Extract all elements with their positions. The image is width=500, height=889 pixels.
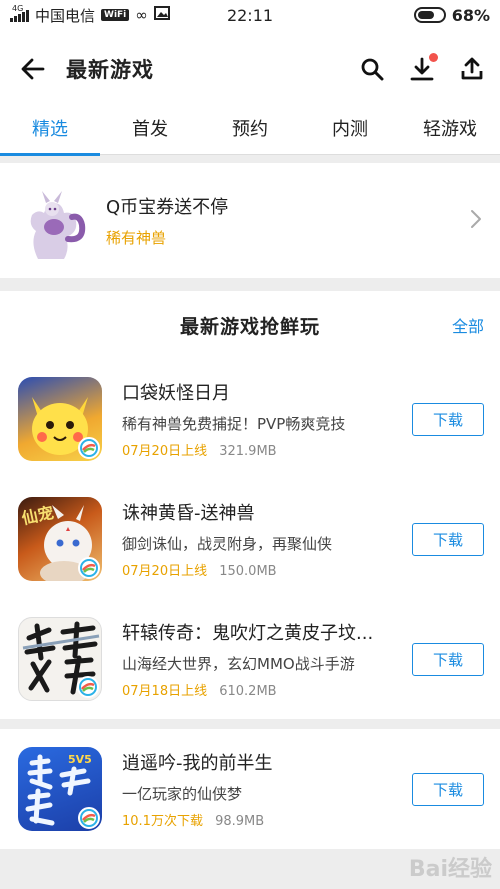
notification-dot [429, 53, 438, 62]
game-list-item[interactable]: 口袋妖怪日月 稀有神兽免费捕捉！PVP畅爽竞技 07月20日上线 321.9MB… [0, 359, 500, 479]
game-meta: 07月18日上线 610.2MB [122, 680, 388, 699]
game-name: 逍遥吟-我的前半生 [122, 753, 273, 774]
featured-game-section: 5V5 逍遥吟-我的前半生 一亿玩家的仙侠梦 10.1万次下载 98.9MB 下… [0, 729, 500, 849]
status-bar: 4G 中国电信 WiFi ∞ 22:11 68% [0, 0, 500, 30]
game-info: 逍遥吟-我的前半生 一亿玩家的仙侠梦 10.1万次下载 98.9MB [122, 749, 388, 829]
qq-game-badge-icon [77, 676, 99, 698]
game-info: 诛神黄昏-送神兽 御剑诛仙，战灵附身，再聚仙侠 07月20日上线 150.0MB [122, 499, 388, 579]
svg-text:5V5: 5V5 [68, 753, 92, 766]
game-list-item[interactable]: 5V5 逍遥吟-我的前半生 一亿玩家的仙侠梦 10.1万次下载 98.9MB 下… [0, 729, 500, 849]
tab-featured[interactable]: 精选 [0, 108, 100, 156]
page-title: 最新游戏 [66, 58, 154, 82]
tab-light-games[interactable]: 轻游戏 [400, 108, 500, 154]
game-meta: 07月20日上线 321.9MB [122, 440, 388, 459]
game-name: 轩辕传奇：鬼吹灯之黄皮子坟... [122, 623, 374, 644]
game-description: 御剑诛仙，战灵附身，再聚仙侠 [122, 535, 333, 553]
qq-game-badge-icon [78, 437, 100, 459]
game-description: 一亿玩家的仙侠梦 [122, 785, 243, 803]
promo-text: Q币宝券送不停 稀有神兽 [106, 193, 228, 248]
game-size: 321.9MB [219, 444, 277, 459]
pokemon-game-icon [18, 377, 102, 461]
promo-title: Q币宝券送不停 [106, 197, 229, 218]
promo-banner[interactable]: Q币宝券送不停 稀有神兽 [0, 163, 500, 278]
category-tabs: 精选 首发 预约 内测 轻游戏 [0, 108, 500, 156]
tab-first-release[interactable]: 首发 [100, 108, 200, 154]
download-button[interactable]: 下载 [412, 522, 484, 556]
search-icon[interactable] [358, 55, 386, 83]
download-manager-icon[interactable] [408, 53, 438, 83]
download-button[interactable]: 下载 [412, 642, 484, 676]
game-release-date: 07月20日上线 [122, 444, 208, 459]
app-header: 最新游戏 [0, 30, 500, 108]
game-release-date: 07月20日上线 [122, 564, 208, 579]
tab-beta[interactable]: 内测 [300, 108, 400, 154]
promo-subtitle: 稀有神兽 [106, 229, 167, 247]
game-name: 口袋妖怪日月 [122, 383, 230, 404]
svg-text:仙宠: 仙宠 [20, 503, 55, 528]
chevron-right-icon [470, 209, 482, 233]
header-actions [358, 53, 486, 83]
game-info: 口袋妖怪日月 稀有神兽免费捕捉！PVP畅爽竞技 07月20日上线 321.9MB [122, 379, 388, 459]
game-size: 610.2MB [219, 684, 277, 699]
qq-game-badge-icon [78, 557, 100, 579]
tab-reservation[interactable]: 预约 [200, 108, 300, 154]
download-button[interactable]: 下载 [412, 402, 484, 436]
game-list-item[interactable]: 轩辕传奇：鬼吹灯之黄皮子坟... 山海经大世界，玄幻MMO战斗手游 07月18日… [0, 599, 500, 719]
back-arrow-icon[interactable] [18, 54, 48, 84]
zhushen-game-icon: 仙宠 [18, 497, 102, 581]
xuanyuan-game-icon [18, 617, 102, 701]
game-list-item[interactable]: 仙宠 诛神黄昏-送神兽 御剑诛仙，战灵附身，再聚仙侠 07月20日上线 150.… [0, 479, 500, 599]
qq-game-badge-icon [78, 807, 100, 829]
section-header: 最新游戏抢鲜玩 全部 [0, 291, 500, 359]
baidu-watermark: Bai经验 [408, 857, 492, 882]
game-meta: 10.1万次下载 98.9MB [122, 810, 388, 829]
game-meta: 07月20日上线 150.0MB [122, 560, 388, 579]
game-size: 150.0MB [219, 564, 277, 579]
new-games-section: 最新游戏抢鲜玩 全部 口袋妖怪日月 稀有神兽免费捕捉！PVP畅爽竞技 07月20… [0, 291, 500, 719]
game-download-count: 10.1万次下载 [122, 814, 203, 829]
game-name: 诛神黄昏-送神兽 [122, 503, 255, 524]
game-description: 稀有神兽免费捕捉！PVP畅爽竞技 [122, 415, 346, 433]
status-time: 22:11 [226, 5, 274, 25]
mewtwo-image [18, 181, 88, 261]
upload-icon[interactable] [458, 55, 486, 83]
game-release-date: 07月18日上线 [122, 684, 208, 699]
game-info: 轩辕传奇：鬼吹灯之黄皮子坟... 山海经大世界，玄幻MMO战斗手游 07月18日… [122, 619, 388, 699]
download-button[interactable]: 下载 [412, 772, 484, 806]
xiaoyaoyin-game-icon: 5V5 [18, 747, 102, 831]
view-all-link[interactable]: 全部 [452, 313, 484, 337]
game-description: 山海经大世界，玄幻MMO战斗手游 [122, 655, 355, 673]
game-size: 98.9MB [215, 814, 265, 829]
section-title: 最新游戏抢鲜玩 [179, 315, 320, 338]
